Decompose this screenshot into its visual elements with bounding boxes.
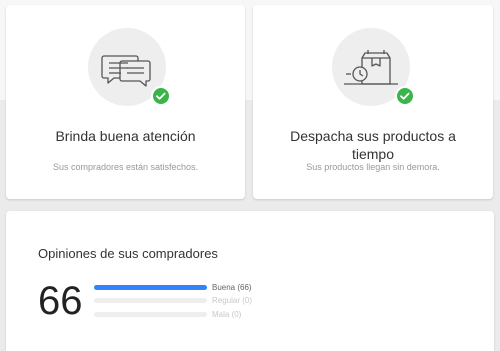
opinion-bar-bad: Mala (0): [94, 309, 264, 321]
reputation-card-dispatch: Despacha sus productos a tiempo Sus prod…: [253, 5, 493, 199]
reputation-card-attention: Brinda buena atención Sus compradores es…: [6, 5, 245, 199]
bar-track: [94, 312, 207, 317]
check-icon: [395, 86, 415, 106]
bar-fill: [94, 285, 207, 290]
opinions-title: Opiniones de sus compradores: [38, 246, 218, 261]
card-title: Despacha sus productos a tiempo: [290, 128, 456, 162]
icon-circle: [332, 28, 415, 106]
card-subtitle: Sus compradores están satisfechos.: [52, 162, 199, 172]
bar-track: [94, 298, 207, 303]
card-subtitle: Sus productos llegan sin demora.: [306, 162, 440, 172]
opinion-bar-regular: Regular (0): [94, 295, 264, 307]
bar-track: [94, 285, 207, 290]
opinion-bar-good: Buena (66): [94, 282, 264, 294]
bar-label: Buena (66): [212, 283, 252, 292]
buyer-opinions-card: Opiniones de sus compradores 66 Buena (6…: [6, 211, 494, 351]
bar-label: Regular (0): [212, 296, 253, 305]
check-icon: [151, 86, 171, 106]
opinions-score: 66: [38, 279, 83, 323]
bar-label: Mala (0): [212, 310, 242, 319]
card-title: Brinda buena atención: [55, 128, 196, 144]
icon-circle: [88, 28, 171, 106]
